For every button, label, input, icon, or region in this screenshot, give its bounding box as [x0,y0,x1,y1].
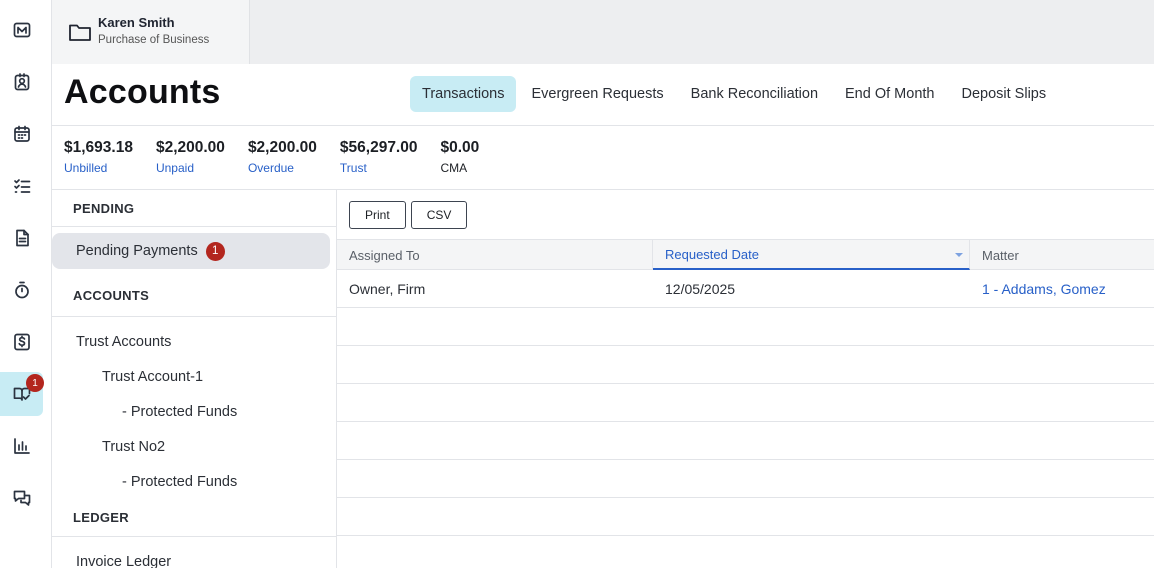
summary-value: $1,693.18 [64,139,133,156]
column-label: Requested Date [665,246,759,262]
billing-dollar-icon[interactable] [0,320,43,364]
summary-cma: $0.00 CMA [440,138,479,189]
accounts-nav: PENDING Pending Payments 1 ACCOUNTS Trus… [52,190,337,568]
nav-item-protected-funds-2[interactable]: - Protected Funds [52,464,336,499]
summary-unpaid[interactable]: $2,200.00 Unpaid [156,138,225,189]
summary-value: $56,297.00 [339,139,418,156]
nav-section-pending: PENDING [52,190,336,227]
top-header: Karen Smith Purchase of Business [52,0,1154,64]
nav-section-ledger: LEDGER [52,499,336,537]
accounts-book-icon[interactable]: 1 [0,372,44,416]
tasks-icon[interactable] [0,164,43,208]
messages-icon[interactable] [0,476,43,520]
nav-item-label: Pending Payments [76,243,198,259]
account-summary: $1,693.18 Unbilled $2,200.00 Unpaid $2,2… [52,127,1154,190]
tab-transactions[interactable]: Transactions [410,76,517,112]
nav-item-trust-no2[interactable]: Trust No2 [52,429,336,464]
summary-label[interactable]: Trust [340,158,418,178]
cell-assigned-to: Owner, Firm [349,280,426,297]
client-name: Karen Smith [98,15,175,30]
empty-table-row [337,308,1154,346]
empty-table-row [337,346,1154,384]
page-title: Accounts [64,73,221,111]
nav-item-trust-accounts[interactable]: Trust Accounts [52,324,336,359]
empty-table-row [337,384,1154,422]
summary-label[interactable]: Unbilled [64,158,133,178]
cell-matter-link[interactable]: 1 - Addams, Gomez [970,270,1154,307]
nav-item-invoice-ledger[interactable]: Invoice Ledger [52,544,336,568]
tab-evergreen-requests[interactable]: Evergreen Requests [519,76,675,112]
sort-desc-icon[interactable] [955,253,963,257]
summary-value: $2,200.00 [155,139,225,156]
left-icon-rail: 1 [0,0,52,568]
empty-table-row [337,498,1154,536]
nav-item-trust-account-1[interactable]: Trust Account-1 [52,359,336,394]
pending-count-badge: 1 [205,241,225,261]
tab-bar: Transactions Evergreen Requests Bank Rec… [410,76,1061,112]
transactions-panel: Print CSV Assigned To Requested Date Mat… [337,190,1154,568]
app-root: 1 Karen Smith Purchase of Business Accou… [0,0,1154,568]
tab-bank-reconciliation[interactable]: Bank Reconciliation [679,76,830,112]
folder-icon [69,24,91,41]
column-requested-date[interactable]: Requested Date [653,240,970,270]
empty-table-row [337,460,1154,498]
calendar-icon[interactable] [0,112,43,156]
title-row: Accounts Transactions Evergreen Requests… [52,64,1154,126]
summary-trust[interactable]: $56,297.00 Trust [340,138,418,189]
timer-icon[interactable] [0,268,43,312]
csv-button[interactable]: CSV [410,200,468,229]
nav-item-protected-funds-1[interactable]: - Protected Funds [52,394,336,429]
client-matter-tab[interactable]: Karen Smith Purchase of Business [52,0,250,64]
matter-type: Purchase of Business [98,34,210,46]
summary-unbilled[interactable]: $1,693.18 Unbilled [64,138,133,189]
document-icon[interactable] [0,216,43,260]
client-info: Karen Smith Purchase of Business [98,15,209,49]
print-button[interactable]: Print [349,200,406,229]
tab-end-of-month[interactable]: End Of Month [833,76,946,112]
summary-overdue[interactable]: $2,200.00 Overdue [248,138,317,189]
reports-chart-icon[interactable] [0,424,43,468]
accounts-notification-badge: 1 [26,374,44,392]
summary-label: CMA [440,161,468,175]
nav-section-accounts: ACCOUNTS [52,275,336,317]
summary-value: $2,200.00 [247,139,317,156]
summary-label[interactable]: Overdue [248,158,317,178]
table-header: Assigned To Requested Date Matter [337,240,1154,270]
summary-value: $0.00 [440,139,480,156]
table-row[interactable]: Owner, Firm 12/05/2025 1 - Addams, Gomez [337,270,1154,308]
summary-label[interactable]: Unpaid [156,158,225,178]
column-matter[interactable]: Matter [970,240,1154,270]
table-toolbar: Print CSV [337,190,1154,240]
column-assigned-to[interactable]: Assigned To [337,240,653,270]
contacts-icon[interactable] [0,60,43,104]
empty-table-row [337,422,1154,460]
brand-m-icon[interactable] [0,8,43,52]
cell-requested-date: 12/05/2025 [665,280,736,297]
tab-deposit-slips[interactable]: Deposit Slips [949,76,1058,112]
nav-item-pending-payments[interactable]: Pending Payments 1 [52,233,330,269]
